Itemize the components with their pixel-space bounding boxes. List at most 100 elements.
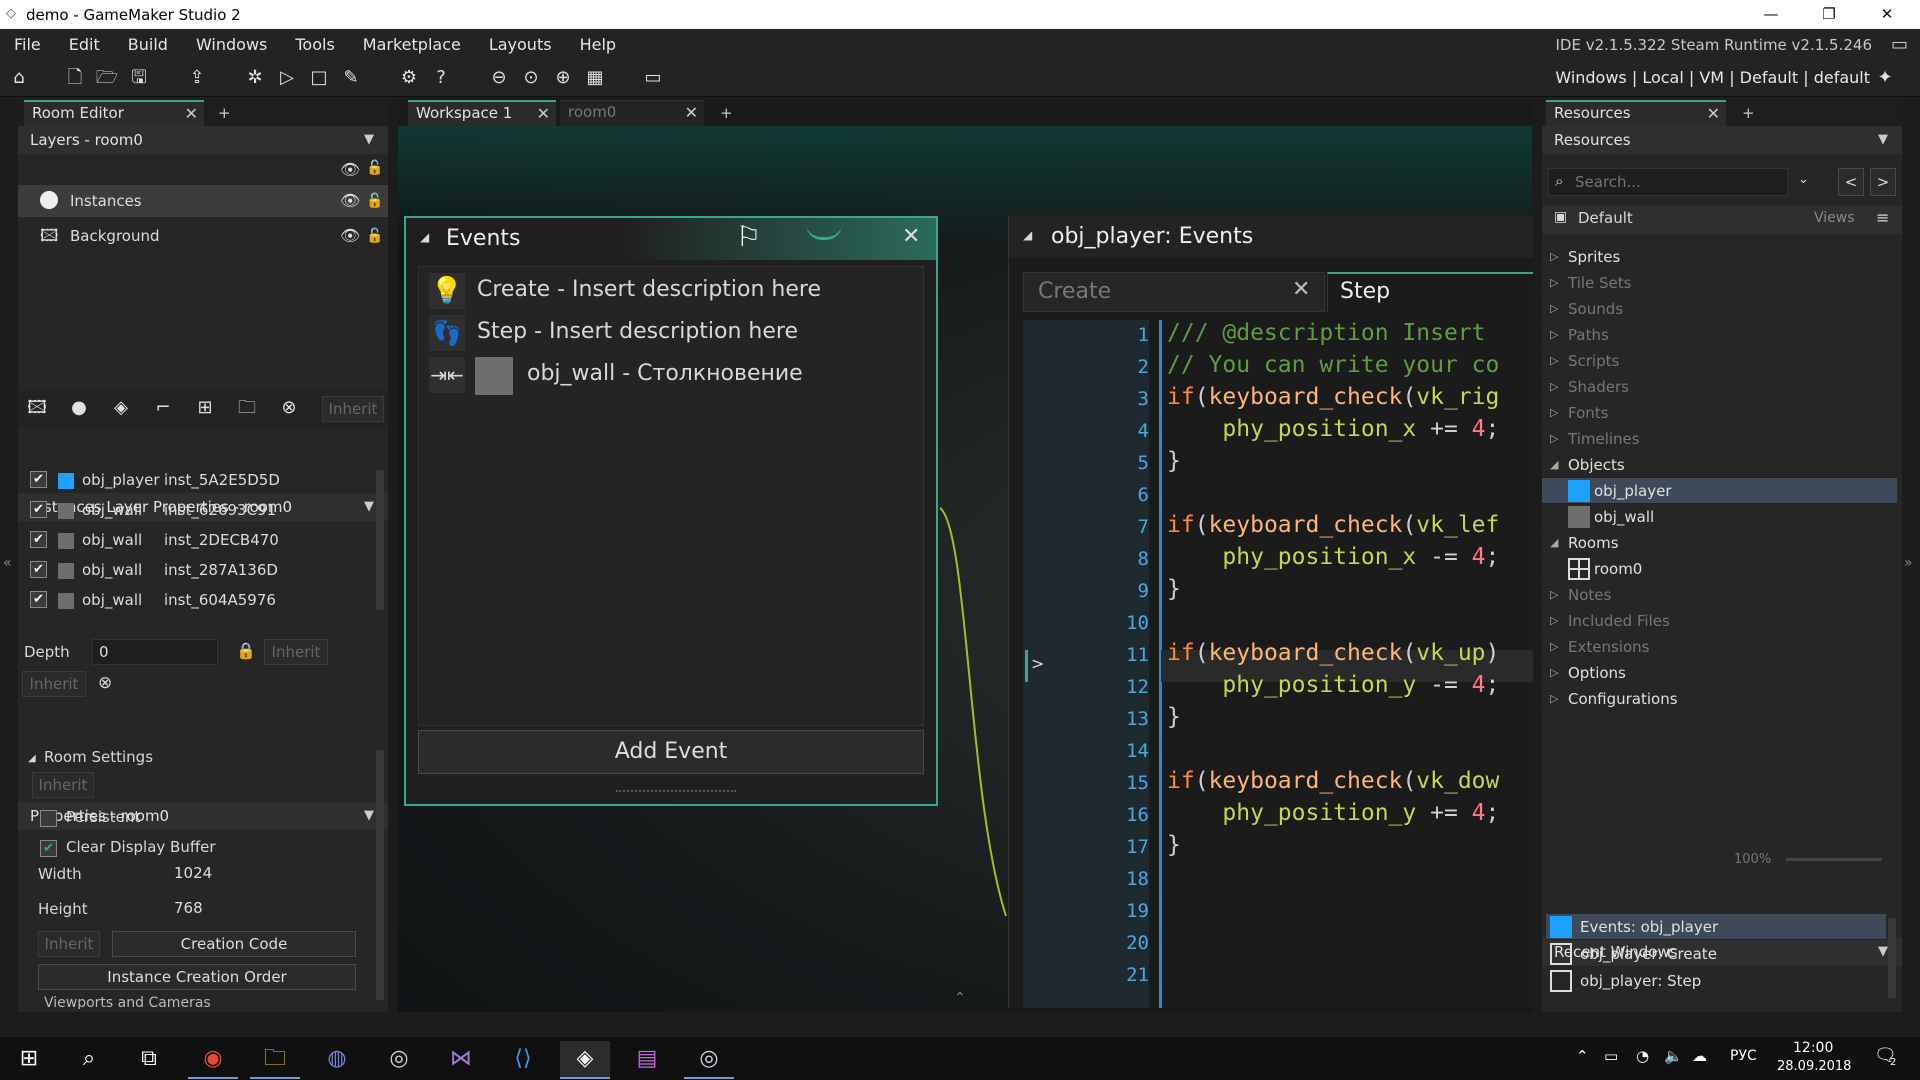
chat-icon[interactable]: ▭ <box>1891 34 1908 55</box>
drag-handle[interactable] <box>806 224 842 240</box>
instance-visible-checkbox[interactable]: ✔ <box>30 471 47 488</box>
resource-item[interactable]: obj_wall <box>1542 504 1897 530</box>
views-label[interactable]: Views <box>1814 210 1855 226</box>
battery-icon[interactable]: ▭ <box>1604 1047 1618 1065</box>
height-field[interactable]: 768 <box>168 896 228 922</box>
menu-marketplace[interactable]: Marketplace <box>349 35 475 54</box>
resource-folder[interactable]: ▷ Tile Sets <box>1542 270 1897 296</box>
collapse-right-icon[interactable]: » <box>1904 555 1913 571</box>
network-icon[interactable]: ◔ <box>1636 1047 1649 1065</box>
export-icon[interactable]: ⇪ <box>184 65 210 91</box>
layers-header[interactable]: Layers - room0 ▼ <box>18 126 388 154</box>
lock-icon[interactable]: 🔒 <box>236 641 256 660</box>
add-instance-layer-icon[interactable]: ● <box>66 395 92 421</box>
code-titlebar[interactable]: ◢ obj_player: Events <box>1009 216 1533 258</box>
tab-room0[interactable]: room0 ✕ <box>560 100 704 126</box>
collapse-icon[interactable]: ◢ <box>1023 228 1032 242</box>
add-tile-layer-icon[interactable]: ◈ <box>108 395 134 421</box>
menu-windows[interactable]: Windows <box>182 35 281 54</box>
instance-creation-order-button[interactable]: Instance Creation Order <box>38 964 356 990</box>
open-project-icon[interactable]: 🗁 <box>94 65 120 91</box>
caret-right-icon[interactable]: ▷ <box>1550 322 1558 348</box>
caret-right-icon[interactable]: ▷ <box>1550 634 1558 660</box>
close-icon[interactable]: ✕ <box>537 102 550 125</box>
clock-time[interactable]: 12:00 <box>1793 1040 1833 1056</box>
depth-field[interactable]: 0 <box>92 639 218 665</box>
menu-build[interactable]: Build <box>114 35 182 54</box>
caret-right-icon[interactable]: ▷ <box>1550 348 1558 374</box>
close-icon[interactable]: ✕ <box>1707 102 1720 125</box>
resources-header[interactable]: Resources ▼ <box>1542 126 1902 154</box>
resource-folder[interactable]: ▷ Paths <box>1542 322 1897 348</box>
collapse-icon[interactable]: ◢ <box>28 753 36 764</box>
instance-visible-checkbox[interactable]: ✔ <box>30 591 47 608</box>
viewports-section[interactable]: Viewports and Cameras <box>44 995 211 1009</box>
resource-item[interactable]: room0 <box>1542 556 1897 582</box>
stop-icon[interactable]: □ <box>306 65 332 91</box>
menu-layouts[interactable]: Layouts <box>475 35 566 54</box>
settings-icon[interactable]: ⚙ <box>396 65 422 91</box>
caret-down-icon[interactable]: ◢ <box>1550 530 1558 556</box>
scrollbar[interactable] <box>376 470 384 610</box>
chevron-down-icon[interactable]: ▼ <box>1878 126 1888 154</box>
depth-inherit-button[interactable]: Inherit <box>264 639 328 665</box>
steam-running-icon[interactable]: ◎ <box>684 1041 734 1079</box>
creation-code-button[interactable]: Creation Code <box>112 931 356 957</box>
add-background-layer-icon[interactable]: 🖾 <box>24 395 50 421</box>
lock-icon[interactable]: 🔓 <box>366 185 383 217</box>
tab-step[interactable]: Step <box>1327 272 1533 312</box>
zoom-reset-icon[interactable]: ⊙ <box>518 65 544 91</box>
width-field[interactable]: 1024 <box>168 861 228 887</box>
code-area[interactable]: > 1 2 3 4 5 6 7 8 9 10 11 12 13 14 15 16 17 18 19 20 21/// @… <box>1023 320 1533 1008</box>
caret-right-icon[interactable]: ▷ <box>1550 608 1558 634</box>
menu-edit[interactable]: Edit <box>55 35 114 54</box>
instance-row[interactable]: ✔ obj_wall inst_287A136D <box>18 556 374 584</box>
language-indicator[interactable]: РУС <box>1730 1048 1757 1064</box>
zoom-out-icon[interactable]: ⊖ <box>486 65 512 91</box>
eye-icon[interactable]: 👁 <box>340 160 360 179</box>
grid-icon[interactable]: ▦ <box>582 65 608 91</box>
scrollbar[interactable] <box>1888 918 1896 998</box>
search-icon[interactable]: ⌕ <box>64 1041 114 1079</box>
tab-workspace-1[interactable]: Workspace 1 ✕ <box>408 100 556 126</box>
maximize-button[interactable]: ❐ <box>1800 0 1858 29</box>
lock-icon[interactable]: 🔓 <box>366 220 383 252</box>
clear-display-checkbox[interactable]: ✔ <box>40 840 57 857</box>
run-icon[interactable]: ▷ <box>274 65 300 91</box>
home-icon[interactable]: ⌂ <box>6 65 32 91</box>
instance-visible-checkbox[interactable]: ✔ <box>30 531 47 548</box>
resource-folder[interactable]: ◢ Rooms <box>1542 530 1897 556</box>
resource-folder[interactable]: ▷ Notes <box>1542 582 1897 608</box>
caret-right-icon[interactable]: ▷ <box>1550 296 1558 322</box>
menu-tools[interactable]: Tools <box>281 35 348 54</box>
menu-icon[interactable]: ≡ <box>1876 208 1889 227</box>
clean-icon[interactable]: ✎ <box>338 65 364 91</box>
inherit-button[interactable]: Inherit <box>22 671 86 697</box>
resource-folder[interactable]: ▷ Shaders <box>1542 374 1897 400</box>
close-window-button[interactable]: ✕ <box>1858 0 1916 29</box>
resource-search[interactable]: ⌕ <box>1548 168 1788 196</box>
add-path-layer-icon[interactable]: ⌐ <box>150 395 176 421</box>
winrar-icon[interactable]: ▤ <box>622 1041 672 1079</box>
inherit-button[interactable]: Inherit <box>322 396 384 422</box>
resize-grip[interactable] <box>616 790 736 792</box>
zoom-in-icon[interactable]: ⊕ <box>550 65 576 91</box>
code-inherit-button[interactable]: Inherit <box>38 931 100 957</box>
add-event-button[interactable]: Add Event <box>418 730 924 774</box>
resource-folder[interactable]: ▷ Fonts <box>1542 400 1897 426</box>
caret-right-icon[interactable]: ▷ <box>1550 426 1558 452</box>
close-icon[interactable]: ✕ <box>685 101 698 124</box>
debug-icon[interactable]: ✲ <box>242 65 268 91</box>
chevron-down-icon[interactable]: ▼ <box>364 126 374 154</box>
resource-folder[interactable]: ◢ Objects <box>1542 452 1897 478</box>
caret-right-icon[interactable]: ▷ <box>1550 244 1558 270</box>
resource-folder[interactable]: ▷ Configurations <box>1542 686 1897 712</box>
forward-button[interactable]: > <box>1870 168 1896 196</box>
task-view-icon[interactable]: ⧉ <box>124 1041 174 1079</box>
eye-icon[interactable]: 👁 <box>340 220 360 252</box>
instance-row[interactable]: ✔ obj_wall inst_604A5976 <box>18 586 374 614</box>
expand-up-icon[interactable]: ⌃ <box>954 990 966 1006</box>
tab-create[interactable]: Create ✕ <box>1023 272 1325 312</box>
room-inherit-button[interactable]: Inherit <box>32 772 94 798</box>
chrome-icon[interactable]: ◉ <box>188 1041 238 1079</box>
